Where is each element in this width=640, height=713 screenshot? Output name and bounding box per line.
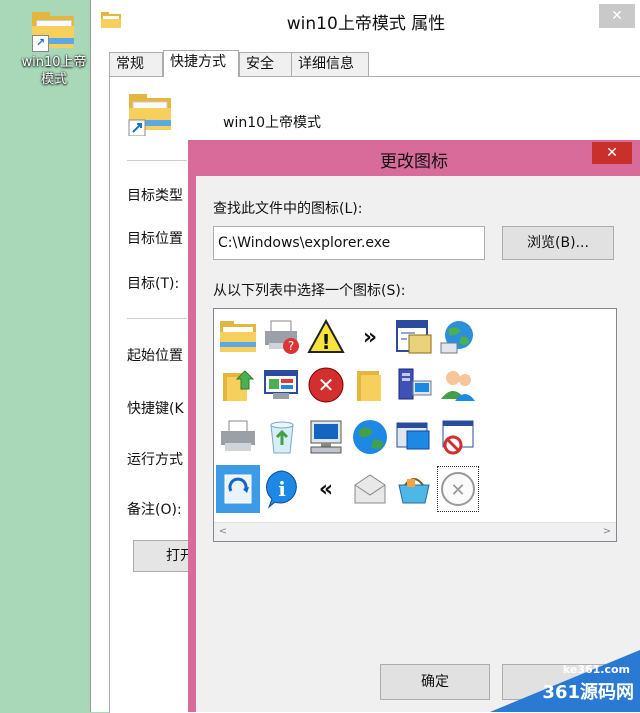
double-chevron-right-icon[interactable]: » (348, 313, 392, 361)
refresh-doc-icon[interactable] (216, 465, 260, 513)
desktop-shortcut[interactable]: ↗ win10上帝模式 (18, 12, 90, 88)
properties-title: win10上帝模式 属性 (286, 14, 446, 34)
folder-upload-icon[interactable] (216, 361, 260, 409)
ok-button[interactable]: 确定 (380, 664, 490, 700)
tab-security[interactable]: 安全 (239, 52, 293, 76)
recycle-bin-icon[interactable] (260, 413, 304, 461)
folder-icon: ↗ (30, 12, 78, 52)
run-label: 运行方式 (127, 452, 183, 468)
printer-icon[interactable] (216, 413, 260, 461)
horizontal-scrollbar[interactable]: < > (214, 522, 616, 541)
tab-details[interactable]: 详细信息 (291, 52, 369, 76)
scroll-right-icon[interactable]: > (598, 523, 616, 541)
double-chevron-left-icon[interactable]: « (304, 465, 348, 513)
watermark-name: 361源码网 (542, 682, 634, 703)
separator (127, 318, 187, 319)
printer-help-icon[interactable]: ? (260, 313, 304, 361)
close-icon[interactable]: ✕ (592, 142, 632, 164)
close-icon[interactable]: ✕ (599, 4, 635, 28)
info-icon[interactable]: i (260, 465, 304, 513)
list-label: 从以下列表中选择一个图标(S): (213, 283, 406, 299)
error-icon[interactable]: ✕ (304, 361, 348, 409)
file-path-input[interactable] (213, 226, 485, 260)
start-in-label: 起始位置 (127, 348, 183, 364)
warning-glyph: ! (321, 330, 330, 354)
globe-icon[interactable] (348, 413, 392, 461)
target-label: 目标(T): (127, 276, 180, 292)
disabled-glyph: ✕ (450, 480, 465, 501)
basket-icon[interactable] (392, 465, 436, 513)
shortcut-key-label: 快捷键(K (127, 401, 184, 417)
svg-text:?: ? (288, 339, 294, 353)
properties-titlebar[interactable]: win10上帝模式 属性 ✕ (91, 0, 640, 40)
change-icon-dialog: 更改图标 ✕ 查找此文件中的图标(L): 浏览(B)... 从以下列表中选择一个… (188, 140, 640, 712)
control-panel-icon[interactable] (260, 361, 304, 409)
info-glyph: i (278, 477, 286, 501)
desktop-shortcut-label: win10上帝模式 (21, 55, 87, 87)
tab-shortcut[interactable]: 快捷方式 (163, 50, 239, 77)
mail-icon[interactable] (348, 465, 392, 513)
shortcut-arrow-icon: ↗ (32, 35, 49, 52)
network-globe-icon[interactable] (436, 313, 480, 361)
open-file-location-button[interactable]: 打开 (133, 540, 195, 572)
browse-button[interactable]: 浏览(B)... (502, 226, 614, 260)
scroll-left-icon[interactable]: < (214, 523, 232, 541)
error-glyph: ✕ (318, 373, 335, 397)
folder-yellow-icon[interactable] (348, 361, 392, 409)
dialog-titlebar[interactable]: 更改图标 ✕ (188, 140, 640, 176)
target-location-label: 目标位置 (127, 231, 183, 247)
separator (127, 160, 187, 161)
dialog-title: 更改图标 (380, 152, 448, 172)
target-type-label: 目标类型 (127, 188, 183, 204)
folder-icon[interactable] (216, 313, 260, 361)
warning-icon[interactable]: ! (304, 313, 348, 361)
shortcut-name: win10上帝模式 (223, 115, 322, 131)
disabled-circle-icon[interactable]: ✕ (436, 465, 480, 513)
monitor-window-icon[interactable] (392, 413, 436, 461)
document-window-icon[interactable] (392, 313, 436, 361)
comment-label: 备注(O): (127, 502, 182, 518)
server-computer-icon[interactable] (392, 361, 436, 409)
icon-list[interactable]: ? ! » ✕ i « ✕ < > (213, 308, 617, 542)
file-label: 查找此文件中的图标(L): (213, 201, 363, 217)
window-block-icon[interactable] (436, 413, 480, 461)
computer-icon[interactable] (304, 413, 348, 461)
dialog-body: 查找此文件中的图标(L): 浏览(B)... 从以下列表中选择一个图标(S): … (196, 176, 640, 712)
folder-icon (127, 94, 175, 137)
watermark-site: ke361.com (562, 663, 630, 676)
watermark: ke361.com 361源码网 (490, 650, 640, 712)
users-icon[interactable] (436, 361, 480, 409)
tab-general[interactable]: 常规 (109, 52, 163, 76)
